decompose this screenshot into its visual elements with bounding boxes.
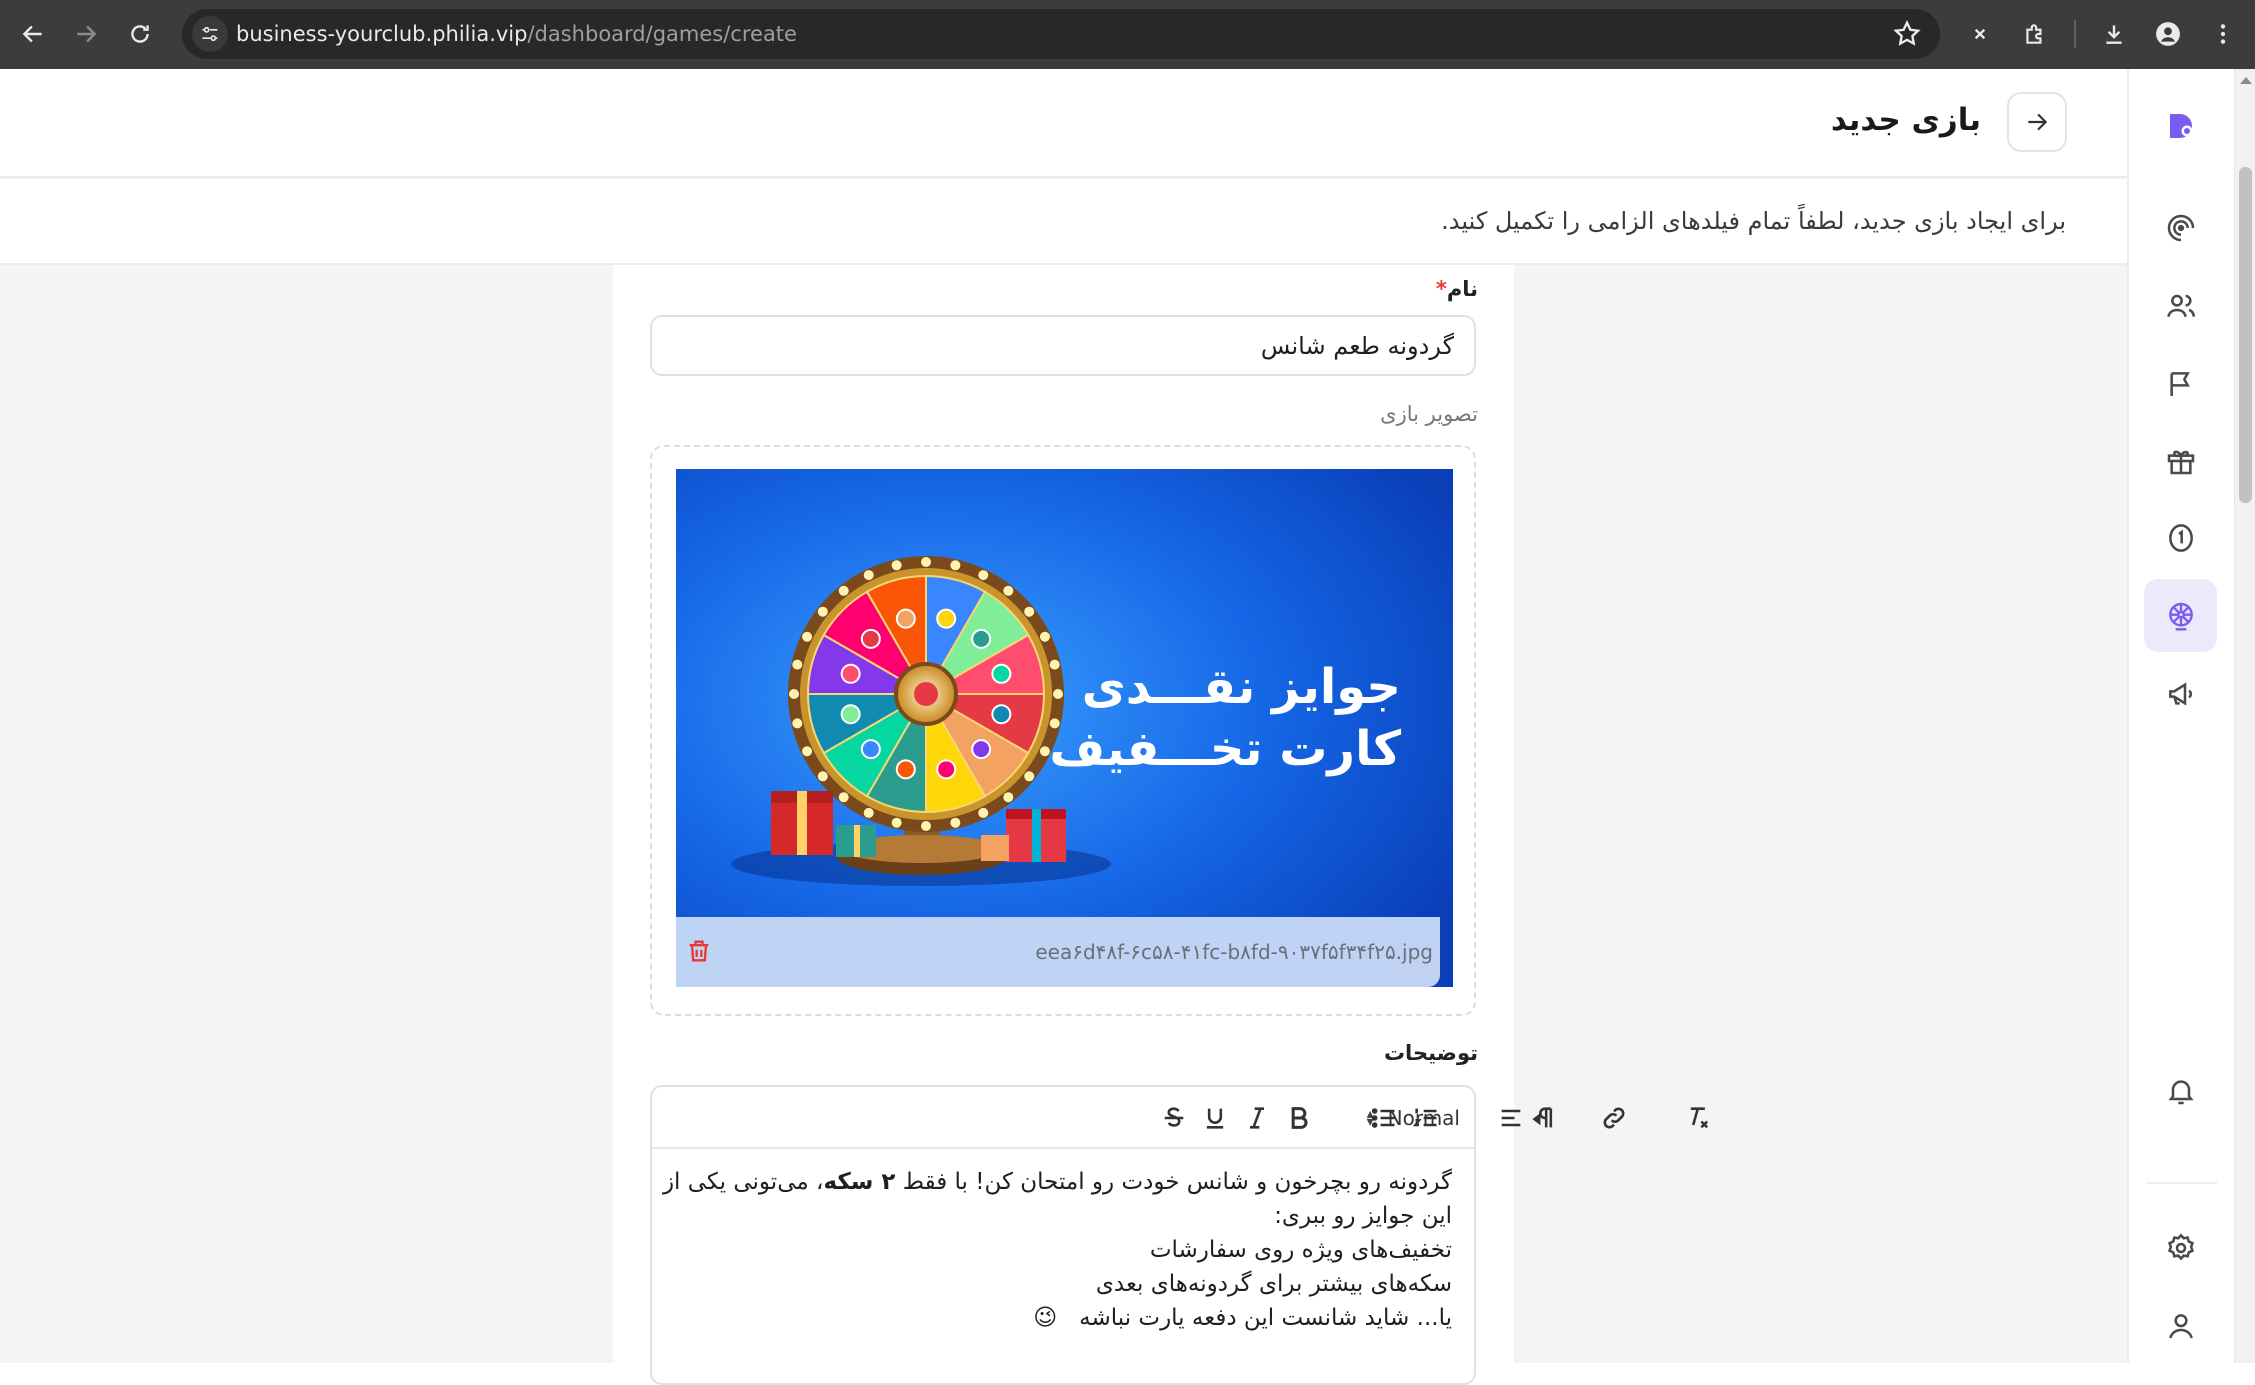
bullet-list-icon[interactable]	[1367, 1101, 1401, 1135]
address-bar[interactable]: business-yourclub.philia.vip/dashboard/g…	[182, 9, 1940, 59]
editor-content[interactable]: گردونه رو بچرخون و شانس خودت رو امتحان ک…	[662, 1165, 1452, 1335]
scroll-up-arrow-icon[interactable]	[2240, 77, 2252, 84]
forward-arrow-icon[interactable]	[62, 10, 110, 58]
page-subtitle: برای ایجاد بازی جدید، لطفاً تمام فیلدهای…	[1441, 207, 2066, 235]
menu-kebab-icon[interactable]	[2199, 10, 2247, 58]
browser-toolbar: business-yourclub.philia.vip/dashboard/g…	[0, 0, 2255, 69]
image-preview: جوایز نقـــدی کارت تخـــفیف eea۶d۴۸f-۶c۵…	[676, 469, 1453, 987]
promo-headline-1: جوایز نقـــدی	[1081, 659, 1401, 715]
game-form: نام* تصویر بازی	[613, 265, 1709, 1385]
url-text: business-yourclub.philia.vip/dashboard/g…	[236, 22, 797, 46]
page-header: بازی جدید	[0, 69, 2127, 178]
main-content: بازی جدید برای ایجاد بازی جدید، لطفاً تم…	[0, 69, 2127, 1385]
editor-line-3: سکه‌های بیشتر برای گردونه‌های بعدی	[1095, 1271, 1452, 1297]
arrow-right-icon	[2028, 113, 2048, 131]
users-icon[interactable]	[2144, 269, 2217, 342]
gift-icon[interactable]	[2144, 424, 2217, 497]
text-direction-icon[interactable]	[1528, 1101, 1562, 1135]
numbered-list-icon[interactable]	[1409, 1101, 1443, 1135]
editor-line-4: یا... شاید شانست این دفعه یارت نباشه 😉	[1033, 1305, 1452, 1331]
settings-icon[interactable]	[2144, 1211, 2217, 1284]
description-label: توضیحات	[1383, 1041, 1478, 1065]
profile-icon[interactable]	[2144, 10, 2192, 58]
toolbar-divider	[2074, 20, 2076, 48]
required-mark: *	[1435, 277, 1447, 301]
user-icon[interactable]	[2144, 1289, 2217, 1362]
page-subheader: برای ایجاد بازی جدید، لطفاً تمام فیلدهای…	[0, 179, 2127, 265]
align-icon[interactable]	[1494, 1101, 1528, 1135]
wheel-icon[interactable]	[2144, 579, 2217, 652]
app-root: بازی جدید برای ایجاد بازی جدید، لطفاً تم…	[0, 69, 2255, 1385]
wink-emoji: 😉	[1033, 1305, 1058, 1331]
download-icon[interactable]	[2090, 10, 2138, 58]
coin-icon[interactable]	[2144, 501, 2217, 574]
strikethrough-icon[interactable]	[1157, 1101, 1191, 1135]
bookmark-star-icon[interactable]	[1892, 19, 1922, 49]
name-label: نام*	[1435, 277, 1478, 301]
close-icon[interactable]	[1956, 10, 2004, 58]
sidebar	[2127, 69, 2234, 1363]
editor-line-1: گردونه رو بچرخون و شانس خودت رو امتحان ک…	[662, 1169, 1452, 1229]
editor-line-2: تخفیف‌های ویژه روی سفارشات	[1149, 1237, 1452, 1263]
image-label: تصویر بازی	[1380, 402, 1478, 426]
italic-icon[interactable]	[1240, 1101, 1274, 1135]
promo-headline-2: کارت تخـــفیف	[1049, 721, 1401, 777]
scrollbar-thumb[interactable]	[2239, 167, 2252, 503]
dashboard-icon[interactable]	[2144, 191, 2217, 264]
file-info-bar: eea۶d۴۸f-۶c۵۸-۴۱fc-b۸fd-۹۰۳۷f۵f۳۴f۲۵.jpg	[676, 917, 1440, 987]
extensions-icon[interactable]	[2011, 10, 2059, 58]
name-input[interactable]	[650, 315, 1476, 376]
site-settings-icon[interactable]	[192, 16, 228, 52]
file-name: eea۶d۴۸f-۶c۵۸-۴۱fc-b۸fd-۹۰۳۷f۵f۳۴f۲۵.jpg	[1035, 940, 1433, 964]
bell-icon[interactable]	[2144, 1054, 2217, 1127]
image-dropzone[interactable]: جوایز نقـــدی کارت تخـــفیف eea۶d۴۸f-۶c۵…	[650, 445, 1476, 1016]
rich-text-editor[interactable]: ▴ ▾ Normal گردونه رو بچرخون و شانس خودت …	[650, 1085, 1709, 1385]
bold-icon[interactable]	[1282, 1101, 1316, 1135]
back-button[interactable]	[2007, 92, 2067, 152]
editor-toolbar: ▴ ▾ Normal	[652, 1087, 1709, 1149]
flag-icon[interactable]	[2144, 347, 2217, 420]
reload-icon[interactable]	[116, 10, 164, 58]
link-icon[interactable]	[1597, 1101, 1631, 1135]
underline-icon[interactable]	[1198, 1101, 1232, 1135]
delete-image-button[interactable]	[683, 935, 715, 967]
trash-icon	[689, 940, 709, 962]
back-arrow-icon[interactable]	[9, 10, 57, 58]
sidebar-divider	[2147, 1182, 2217, 1184]
page-title: بازی جدید	[1830, 102, 1981, 138]
page-scrollbar[interactable]	[2234, 69, 2255, 1363]
clear-format-icon[interactable]	[1682, 1101, 1716, 1135]
megaphone-icon[interactable]	[2144, 657, 2217, 730]
logo-icon[interactable]	[2144, 89, 2217, 162]
